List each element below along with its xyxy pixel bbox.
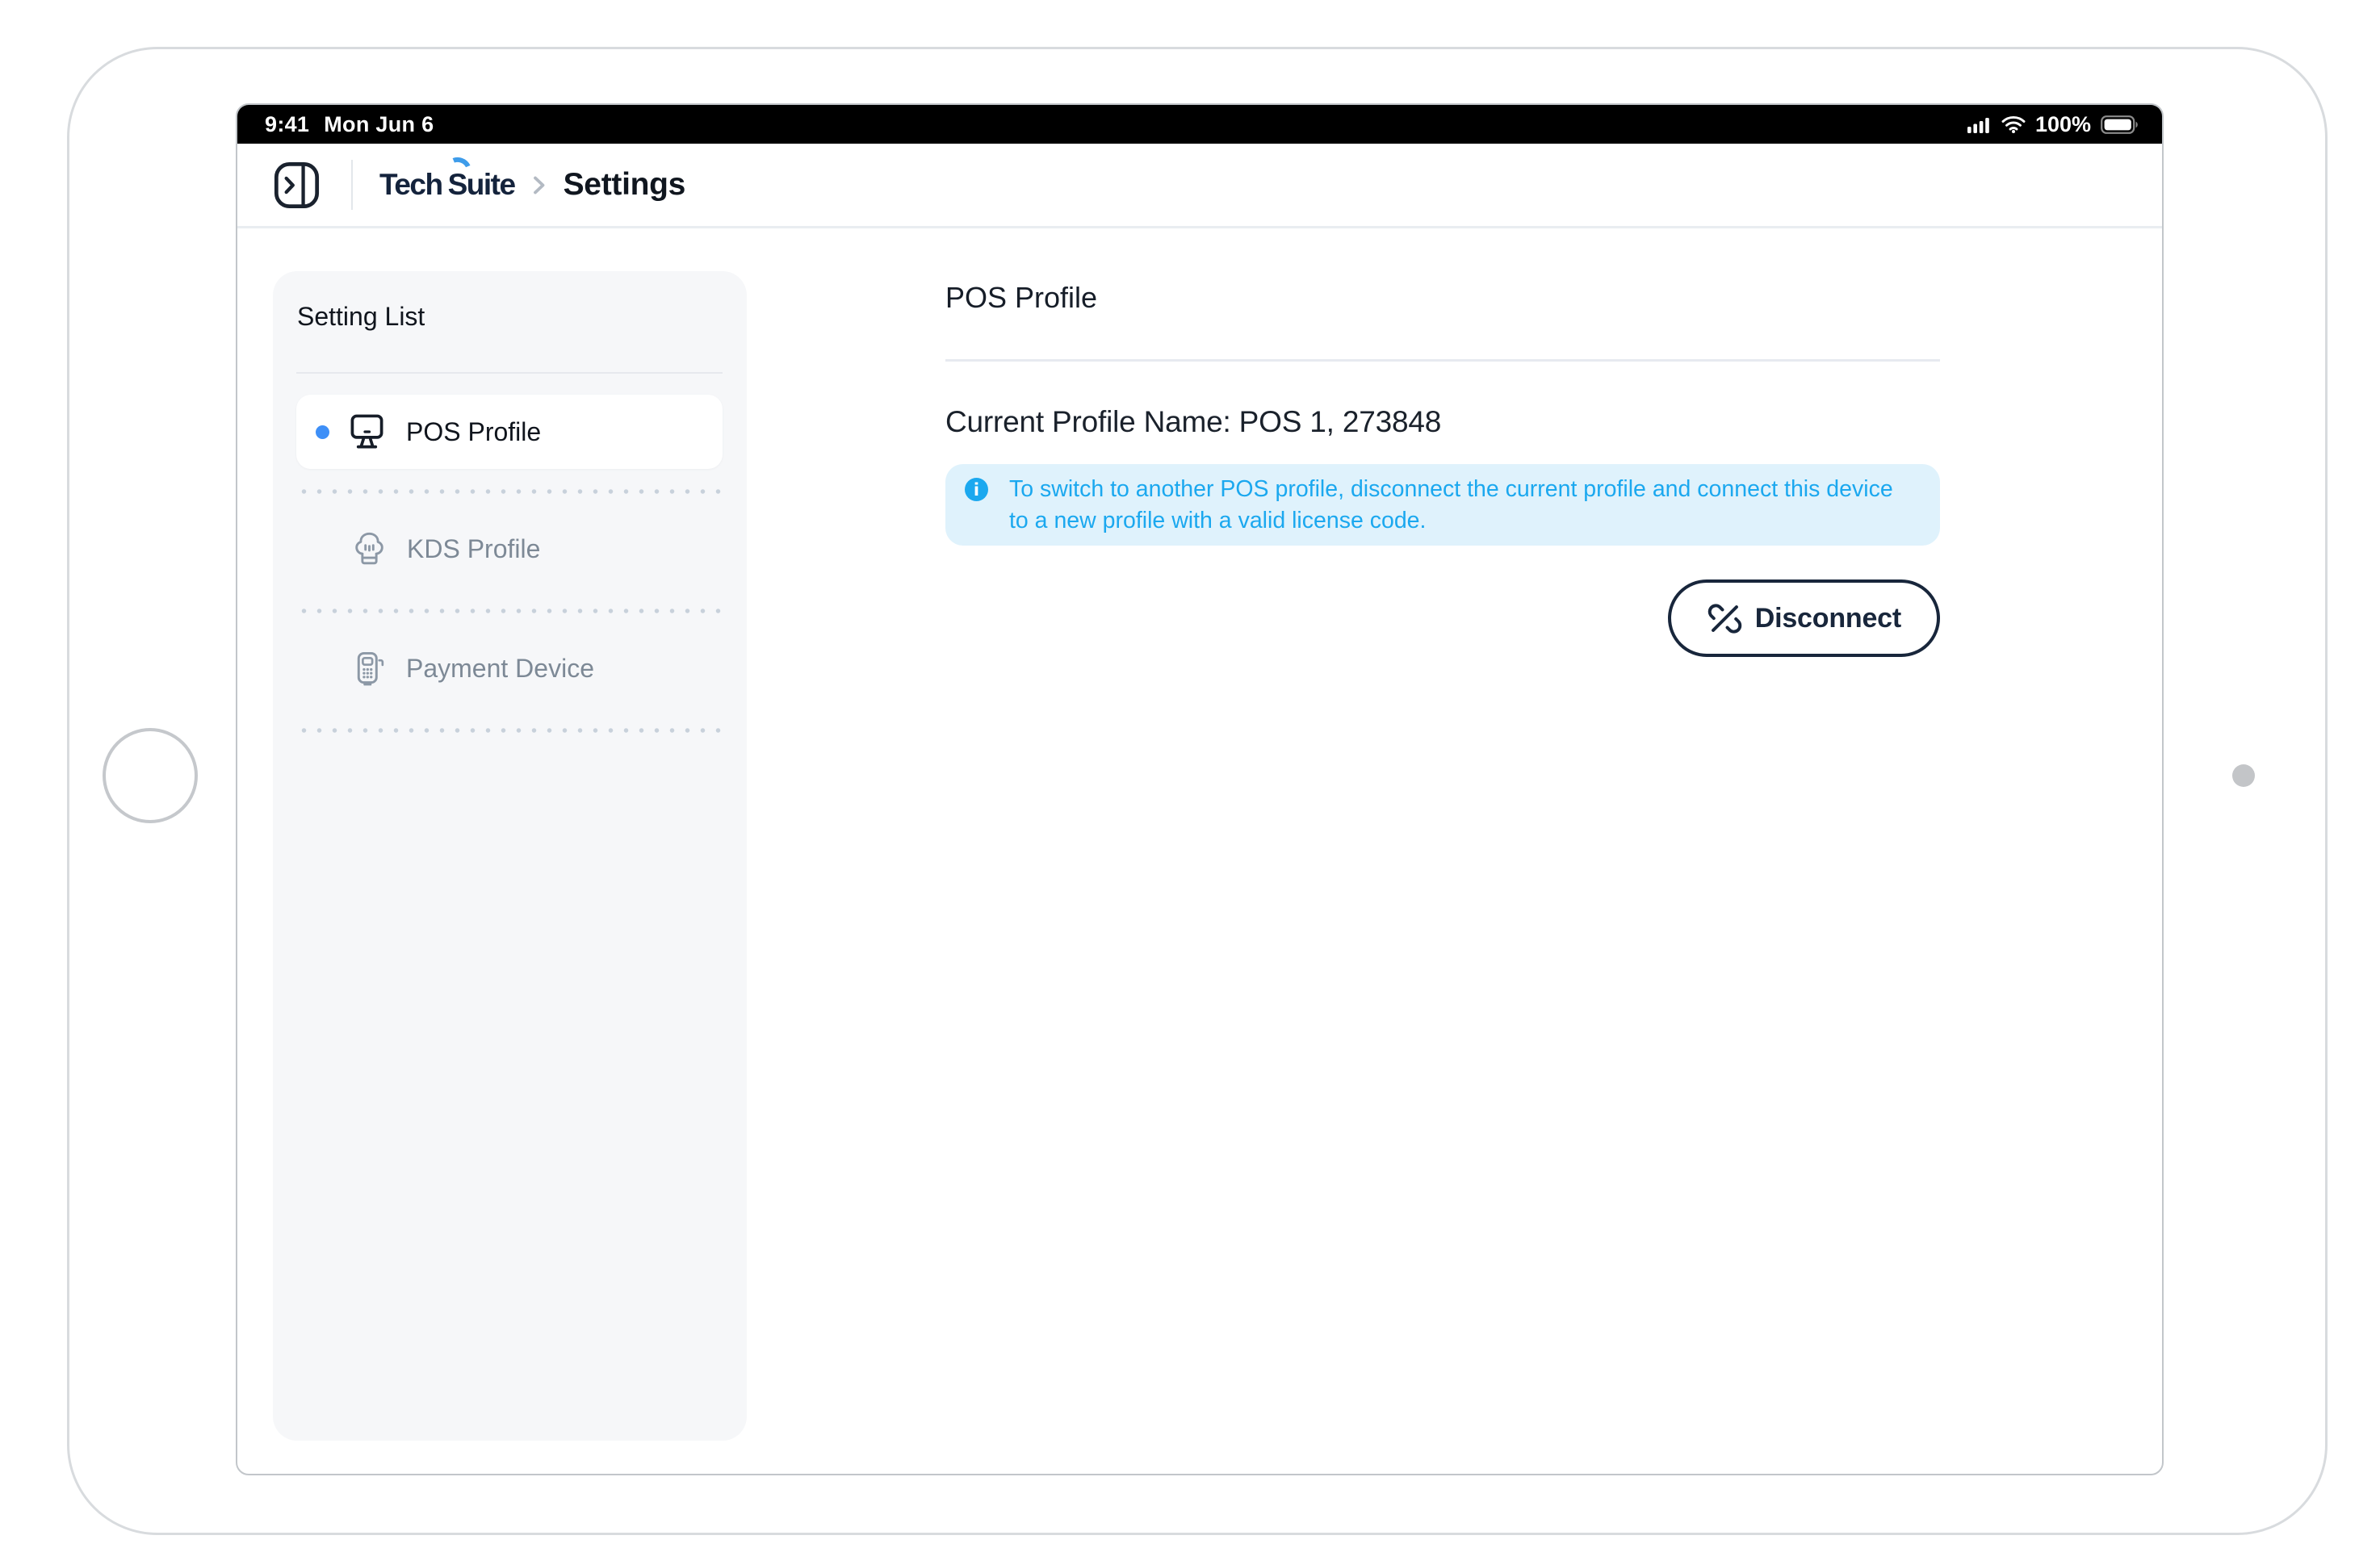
- sidebar-divider: [296, 372, 723, 374]
- unlink-icon: [1707, 600, 1743, 637]
- sidebar-item-label: KDS Profile: [407, 534, 540, 564]
- header-divider: [351, 160, 353, 210]
- info-text-line: To switch to another POS profile, discon…: [1009, 474, 1893, 505]
- cellular-signal-icon: [1967, 115, 1992, 133]
- page-title: POS Profile: [945, 281, 1097, 315]
- dotted-separator: [296, 728, 723, 733]
- battery-icon: [2101, 115, 2139, 134]
- info-text-line: to a new profile with a valid license co…: [1009, 505, 1893, 537]
- pos-terminal-icon: [349, 412, 385, 452]
- info-text: To switch to another POS profile, discon…: [1009, 474, 1893, 536]
- payment-terminal-icon: [353, 650, 385, 688]
- tablet-frame: 9:41 Mon Jun 6: [67, 47, 2328, 1535]
- tablet-screen: 9:41 Mon Jun 6: [236, 103, 2164, 1475]
- status-time: 9:41: [265, 112, 309, 137]
- dotted-separator: [296, 489, 723, 494]
- dotted-separator: [296, 609, 723, 613]
- logo-text-tech: Tech: [379, 168, 442, 202]
- active-dot-icon: [316, 425, 329, 439]
- sidebar-item-label: POS Profile: [406, 417, 541, 447]
- settings-sidebar: Setting List POS Profile: [273, 271, 747, 1441]
- sidebar-toggle-icon: [274, 161, 320, 209]
- content-divider: [945, 359, 1940, 362]
- info-icon: i: [965, 478, 988, 501]
- breadcrumb-current: Settings: [564, 167, 685, 203]
- page-canvas: 9:41 Mon Jun 6: [0, 0, 2380, 1548]
- disconnect-button-label: Disconnect: [1755, 603, 1901, 634]
- sidebar-item-payment-device[interactable]: Payment Device: [273, 630, 747, 707]
- chevron-right-icon: [530, 174, 547, 197]
- home-button[interactable]: [103, 728, 198, 823]
- logo-text-suite: Suite: [448, 168, 515, 202]
- techsuite-logo: Tech Suite: [379, 168, 515, 202]
- disconnect-button[interactable]: Disconnect: [1668, 579, 1940, 657]
- camera-icon: [2232, 764, 2255, 787]
- info-callout: i To switch to another POS profile, disc…: [945, 464, 1940, 546]
- chef-hat-icon: [353, 529, 386, 568]
- sidebar-item-label: Payment Device: [406, 654, 594, 684]
- sidebar-title: Setting List: [297, 302, 425, 332]
- status-date: Mon Jun 6: [324, 112, 434, 137]
- sidebar-toggle-button[interactable]: [274, 161, 320, 209]
- current-profile-name: Current Profile Name: POS 1, 273848: [945, 405, 1441, 439]
- sidebar-item-kds-profile[interactable]: KDS Profile: [273, 510, 747, 588]
- main-content: POS Profile Current Profile Name: POS 1,…: [945, 105, 1940, 1474]
- wifi-icon: [2001, 115, 2026, 134]
- sidebar-item-pos-profile[interactable]: POS Profile: [296, 395, 723, 469]
- battery-percent: 100%: [2035, 112, 2091, 137]
